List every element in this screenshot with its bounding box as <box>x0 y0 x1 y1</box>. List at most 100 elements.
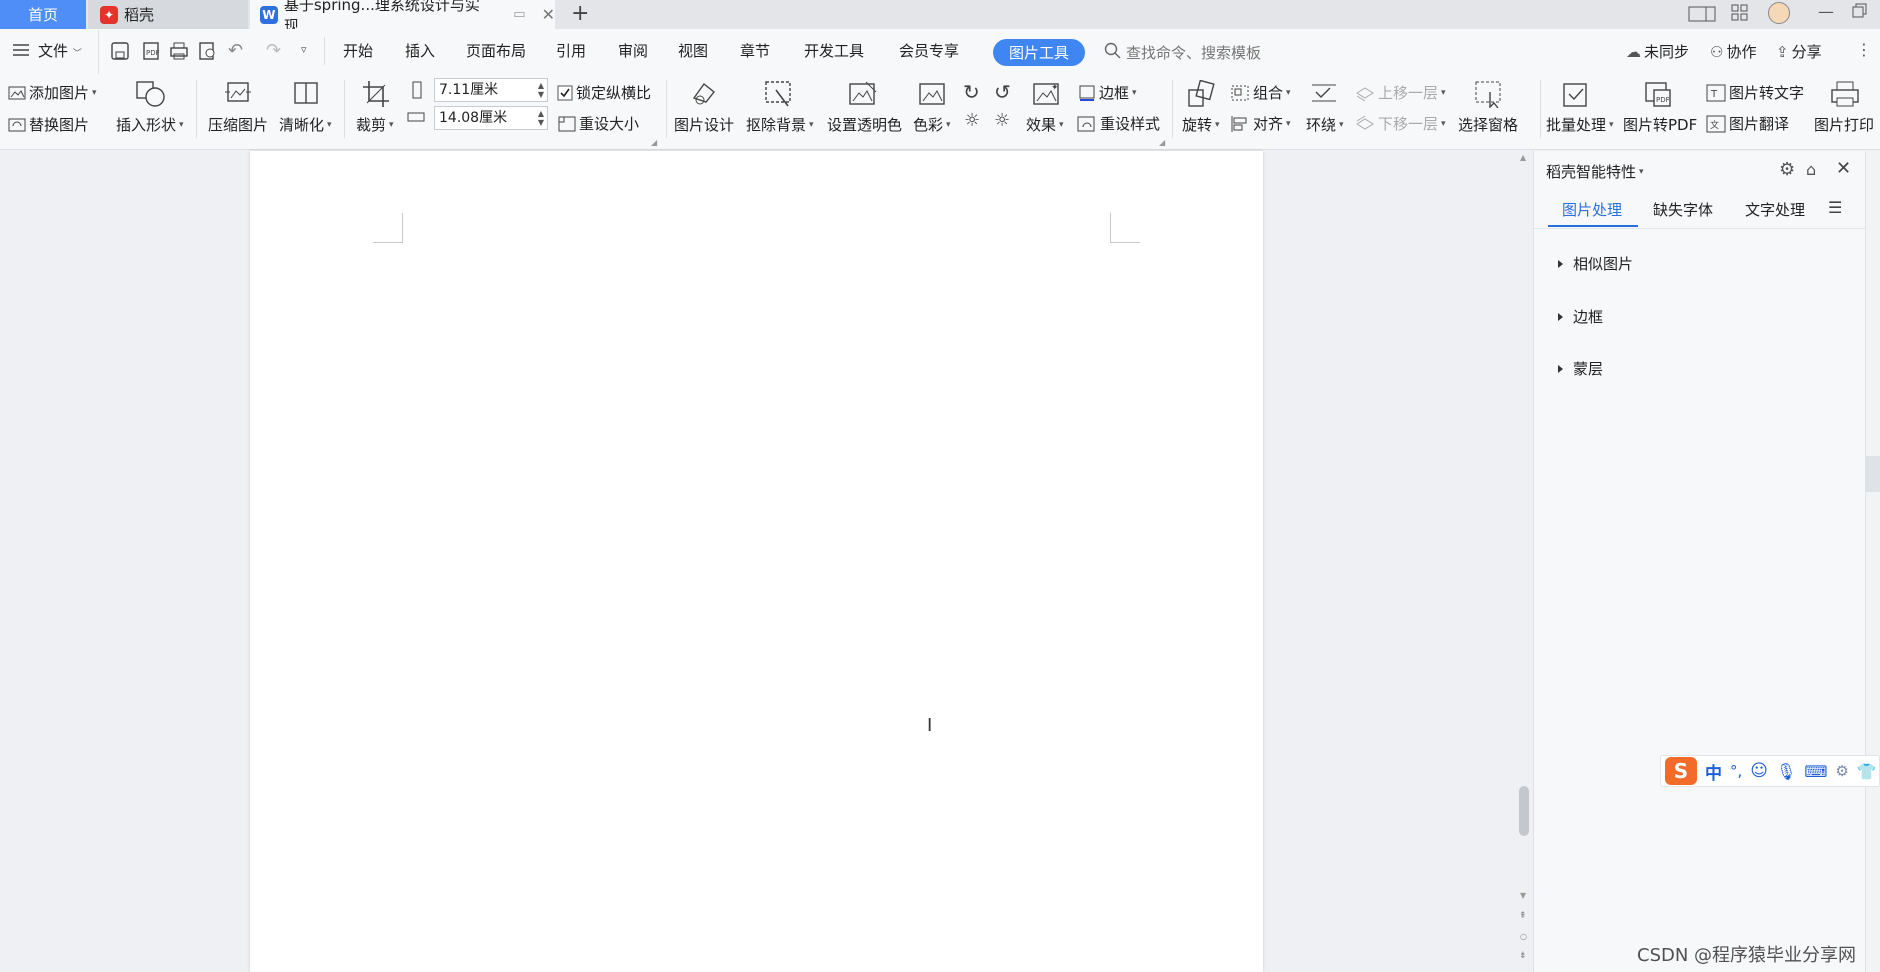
width-input[interactable]: 14.08厘米 ▲ ▼ <box>434 106 548 130</box>
strip-active-item[interactable] <box>1866 456 1880 492</box>
document-page[interactable]: I <box>250 151 1263 972</box>
border-button[interactable]: 边框 ▾ <box>1078 82 1137 103</box>
menu-chapter[interactable]: 章节 <box>740 40 770 61</box>
selection-pane-icon[interactable] <box>1474 80 1504 108</box>
rotate-left-icon[interactable]: ↻ <box>963 80 980 104</box>
panel-title[interactable]: 稻壳智能特性 ▾ <box>1546 161 1644 182</box>
emoji-icon[interactable]: ☺ <box>1750 761 1768 781</box>
expand-icon[interactable]: ◢ <box>651 138 657 147</box>
export-pdf-icon[interactable]: PDF <box>141 41 161 61</box>
brightness-down-icon[interactable]: ☼ <box>994 110 1010 131</box>
menu-review[interactable]: 审阅 <box>618 40 648 61</box>
panel-item-similar[interactable]: 相似图片 <box>1558 253 1633 274</box>
undo-icon[interactable]: ↶ <box>228 40 243 61</box>
reset-style-button[interactable]: 重设样式 <box>1077 113 1160 134</box>
tab-home[interactable]: 首页 <box>0 0 86 29</box>
batch-icon[interactable] <box>1562 80 1590 108</box>
sharpen-icon[interactable] <box>292 80 320 106</box>
color-button[interactable]: 色彩 ▾ <box>913 114 951 135</box>
shapes-icon[interactable] <box>135 80 167 108</box>
sogou-logo-icon[interactable]: S <box>1665 757 1697 785</box>
close-tab-icon[interactable]: ✕ <box>542 5 555 24</box>
set-transparent-button[interactable]: 设置透明色 <box>827 114 902 135</box>
sharpen-button[interactable]: 清晰化 ▾ <box>279 114 332 135</box>
tab-daoke[interactable]: ✦ 稻壳 <box>88 0 248 29</box>
reset-size-button[interactable]: 重设大小 <box>558 113 639 134</box>
prev-page-icon[interactable]: ⇞ <box>1519 911 1527 921</box>
menu-start[interactable]: 开始 <box>343 40 373 61</box>
color-icon[interactable] <box>918 80 948 108</box>
menu-member[interactable]: 会员专享 <box>899 40 959 61</box>
menu-references[interactable]: 引用 <box>556 40 586 61</box>
picture-design-button[interactable]: 图片设计 <box>674 114 734 135</box>
picture-design-icon[interactable] <box>690 80 720 106</box>
crop-icon[interactable] <box>362 80 390 108</box>
compress-picture-button[interactable]: 压缩图片 <box>208 114 268 135</box>
compress-icon[interactable] <box>224 80 252 106</box>
replace-picture-button[interactable]: 替换图片 <box>8 114 89 135</box>
rotate-icon[interactable] <box>1186 80 1216 108</box>
picture-to-text-button[interactable]: T 图片转文字 <box>1706 82 1804 103</box>
panel-tab-text[interactable]: 文字处理 <box>1745 199 1805 220</box>
send-backward-button[interactable]: 下移一层 ▾ <box>1355 113 1446 134</box>
add-tab-button[interactable]: + <box>571 1 589 26</box>
expand-icon[interactable]: ◢ <box>1159 138 1165 147</box>
picture-print-button[interactable]: 图片打印 <box>1814 114 1874 135</box>
keyboard-icon[interactable]: ⌨ <box>1804 762 1827 781</box>
wrap-button[interactable]: 环绕 ▾ <box>1306 114 1344 135</box>
wrap-icon[interactable] <box>1310 82 1338 106</box>
align-button[interactable]: 对齐 ▾ <box>1230 113 1291 134</box>
remove-background-icon[interactable] <box>764 80 794 108</box>
rotate-right-icon[interactable]: ↺ <box>994 80 1011 104</box>
more-icon[interactable]: ⋮ <box>1856 40 1872 59</box>
apps-grid-icon[interactable] <box>1731 4 1749 22</box>
panel-item-border[interactable]: 边框 <box>1558 306 1603 327</box>
minimize-icon[interactable]: — <box>1818 2 1834 21</box>
brightness-up-icon[interactable]: ☼ <box>964 110 980 131</box>
insert-shape-button[interactable]: 插入形状 ▾ <box>116 114 184 135</box>
selection-pane-button[interactable]: 选择窗格 <box>1458 114 1518 135</box>
sync-button[interactable]: ☁ 未同步 <box>1626 41 1689 62</box>
lock-ratio-checkbox[interactable]: 锁定纵横比 <box>557 82 651 103</box>
panel-tab-missing-font[interactable]: 缺失字体 <box>1653 199 1713 220</box>
hamburger-icon[interactable] <box>12 43 30 57</box>
print-preview-icon[interactable] <box>198 41 218 61</box>
collab-button[interactable]: ⚇ 协作 <box>1710 41 1756 62</box>
crop-button[interactable]: 裁剪 ▾ <box>356 114 394 135</box>
tab-picture-tools[interactable]: 图片工具 <box>993 39 1085 66</box>
scroll-up-icon[interactable]: ▲ <box>1520 153 1526 162</box>
panel-tab-image[interactable]: 图片处理 <box>1562 199 1622 220</box>
scroll-down-icon[interactable]: ▼ <box>1520 891 1526 900</box>
menu-view[interactable]: 视图 <box>678 40 708 61</box>
print-icon[interactable] <box>169 41 189 61</box>
menu-insert[interactable]: 插入 <box>405 40 435 61</box>
ime-lang-toggle[interactable]: 中 <box>1705 759 1722 784</box>
tab-document[interactable]: W 基于spring...理系统设计与实现 ▭ ✕ <box>250 0 555 35</box>
picture-to-pdf-icon[interactable]: PDF <box>1644 80 1674 108</box>
height-input[interactable]: 7.11厘米 ▲ ▼ <box>434 78 548 102</box>
toolbox-icon[interactable]: ⚙ <box>1835 762 1848 780</box>
effects-button[interactable]: 效果 ▾ <box>1026 114 1064 135</box>
spinner-icon[interactable]: ▲ ▼ <box>538 81 544 99</box>
redo-icon[interactable]: ↷ <box>266 40 281 61</box>
command-search-input[interactable]: 查找命令、搜索模板 <box>1126 42 1261 63</box>
scroll-thumb[interactable] <box>1519 786 1529 836</box>
list-menu-icon[interactable]: ☰ <box>1828 198 1842 217</box>
menu-developer[interactable]: 开发工具 <box>804 40 864 61</box>
picture-to-pdf-button[interactable]: 图片转PDF <box>1623 114 1697 135</box>
remove-background-button[interactable]: 抠除背景 ▾ <box>746 114 814 135</box>
restore-icon[interactable] <box>1852 3 1868 19</box>
panel-item-mask[interactable]: 蒙层 <box>1558 358 1603 379</box>
avatar[interactable] <box>1768 2 1790 24</box>
effects-icon[interactable]: ✦ <box>1032 80 1062 108</box>
next-page-icon[interactable]: ⇟ <box>1519 951 1527 961</box>
microphone-icon[interactable]: 🎙 <box>1776 762 1796 781</box>
batch-process-button[interactable]: 批量处理 ▾ <box>1546 114 1614 135</box>
menu-page-layout[interactable]: 页面布局 <box>466 40 526 61</box>
pin-icon[interactable]: ⌂ <box>1806 160 1816 179</box>
share-button[interactable]: ⇪ 分享 <box>1776 41 1822 62</box>
customize-icon[interactable]: ▿ <box>301 43 307 56</box>
close-icon[interactable]: ✕ <box>1836 158 1851 179</box>
picture-print-icon[interactable] <box>1830 80 1860 108</box>
file-menu[interactable]: 文件 ﹀ <box>38 40 82 61</box>
